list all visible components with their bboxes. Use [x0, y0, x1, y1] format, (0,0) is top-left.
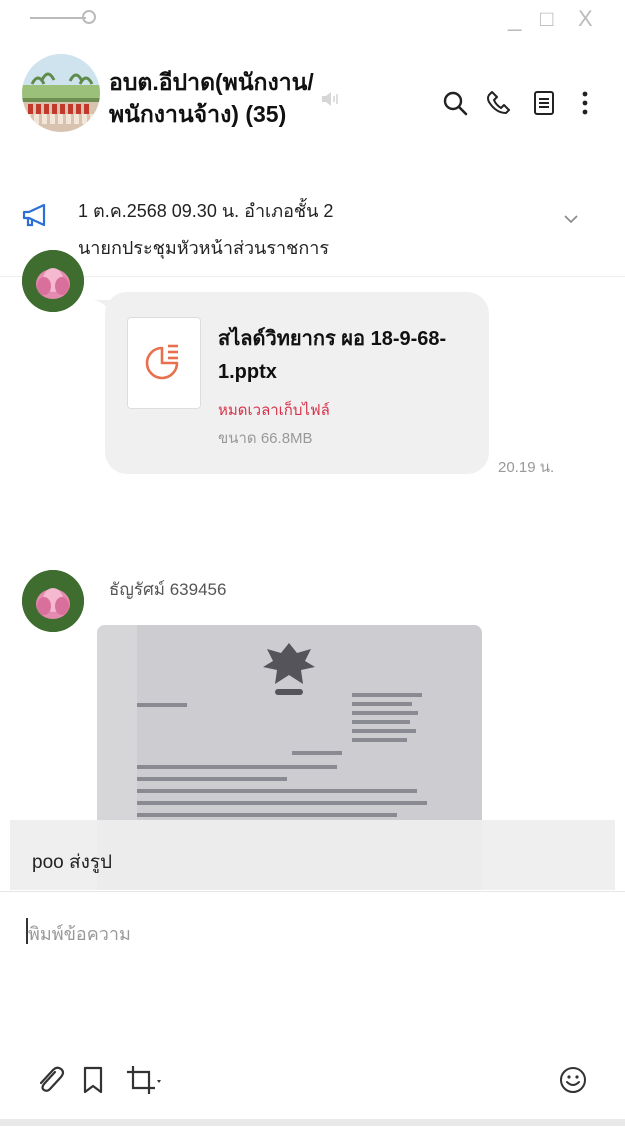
avatar[interactable] [22, 570, 84, 632]
avatar[interactable] [22, 250, 84, 312]
lotus-avatar-icon [22, 250, 84, 312]
announcement-line-2: นายกประชุมหัวหน้าส่วนราชการ [78, 238, 330, 258]
keep-icon[interactable] [77, 1063, 109, 1097]
group-avatar[interactable] [22, 54, 100, 132]
message-input-placeholder[interactable]: พิมพ์ข้อความ [28, 919, 131, 948]
muted-speaker-icon [322, 92, 338, 106]
file-expired-status: หมดเวลาเก็บไฟล์ [218, 402, 330, 419]
megaphone-icon [22, 203, 46, 227]
announcement-line-1: 1 ต.ค.2568 09.30 น. อำเภอชั้น 2 [78, 201, 334, 221]
file-thumbnail [127, 317, 201, 409]
pin-icon[interactable] [82, 10, 96, 24]
maximize-button[interactable]: □ [540, 4, 553, 34]
reply-preview-text: poo ส่งรูป [32, 852, 113, 873]
pin-icon-line [30, 17, 86, 19]
emoji-icon[interactable] [557, 1063, 589, 1097]
message-time: 20.19 น. [498, 459, 555, 476]
search-icon[interactable] [440, 88, 470, 118]
notes-icon[interactable] [529, 88, 559, 118]
lotus-avatar-icon [22, 570, 84, 632]
group-photo-icon [22, 72, 100, 124]
file-size: ขนาด 66.8MB [218, 430, 313, 447]
chevron-down-icon[interactable] [562, 212, 580, 226]
close-button[interactable]: X [578, 4, 593, 34]
minimize-button[interactable]: _ [508, 4, 521, 34]
presentation-file-icon [145, 344, 179, 380]
attach-icon[interactable] [33, 1063, 65, 1097]
chat-title: อบต.อีปาด(พนักงาน/พนักงานจ้าง) (35) [109, 69, 314, 127]
phone-icon[interactable] [484, 88, 514, 118]
screenshot-icon[interactable] [124, 1063, 164, 1097]
file-name[interactable]: สไลด์วิทยากร ผอ 18-9-68-1.pptx [218, 323, 468, 389]
bottom-divider [0, 1119, 625, 1126]
announcement-bar[interactable] [0, 180, 625, 277]
more-icon[interactable] [570, 88, 600, 118]
sender-name: ธัญรัศม์ 639456 [109, 580, 227, 599]
